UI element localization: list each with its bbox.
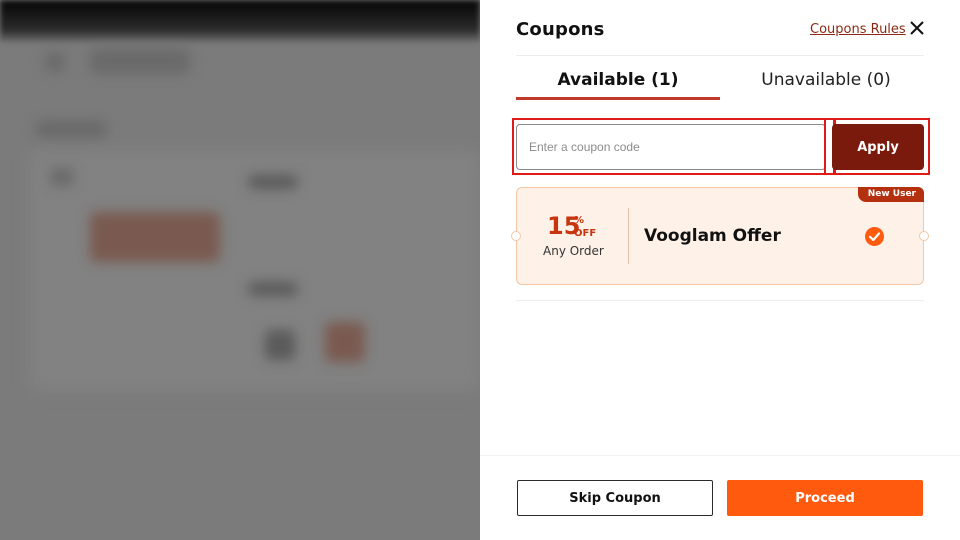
list-divider [516,300,924,301]
background-product-image [90,212,220,262]
drawer-title: Coupons [516,19,605,40]
coupons-drawer: Coupons Coupons Rules Available (1) Unav… [480,0,960,540]
coupon-code-input[interactable] [516,124,826,170]
background-text [248,282,298,296]
tab-unavailable[interactable]: Unavailable (0) [724,70,928,90]
discount-percent: % [574,215,585,226]
background-menu-icon [45,52,65,72]
ticket-notch-right [919,231,929,241]
background-thumbnail [325,322,365,362]
background-text [248,175,298,189]
background-icon [265,330,295,360]
background-heading [36,120,106,138]
background-logo [90,48,190,74]
card-divider [628,208,629,264]
background-header [0,0,480,42]
proceed-button[interactable]: Proceed [727,480,923,516]
active-tab-indicator [516,97,720,100]
offer-name: Vooglam Offer [644,226,781,246]
discount-off: OFF [574,228,597,239]
check-circle-icon[interactable] [865,227,884,246]
apply-button[interactable]: Apply [832,124,924,170]
discount-condition: Any Order [543,244,604,258]
skip-coupon-button[interactable]: Skip Coupon [517,480,713,516]
background-page-overlay [0,0,480,540]
new-user-badge: New User [857,187,924,202]
close-icon[interactable] [908,19,926,37]
coupon-card[interactable]: New User 15 % OFF Any Order Vooglam Offe… [511,187,929,285]
tab-available[interactable]: Available (1) [516,70,720,90]
footer-divider [480,455,960,456]
header-divider [516,55,924,56]
ticket-notch-left [511,231,521,241]
coupons-rules-link[interactable]: Coupons Rules [810,22,906,37]
background-checkbox [50,168,74,186]
